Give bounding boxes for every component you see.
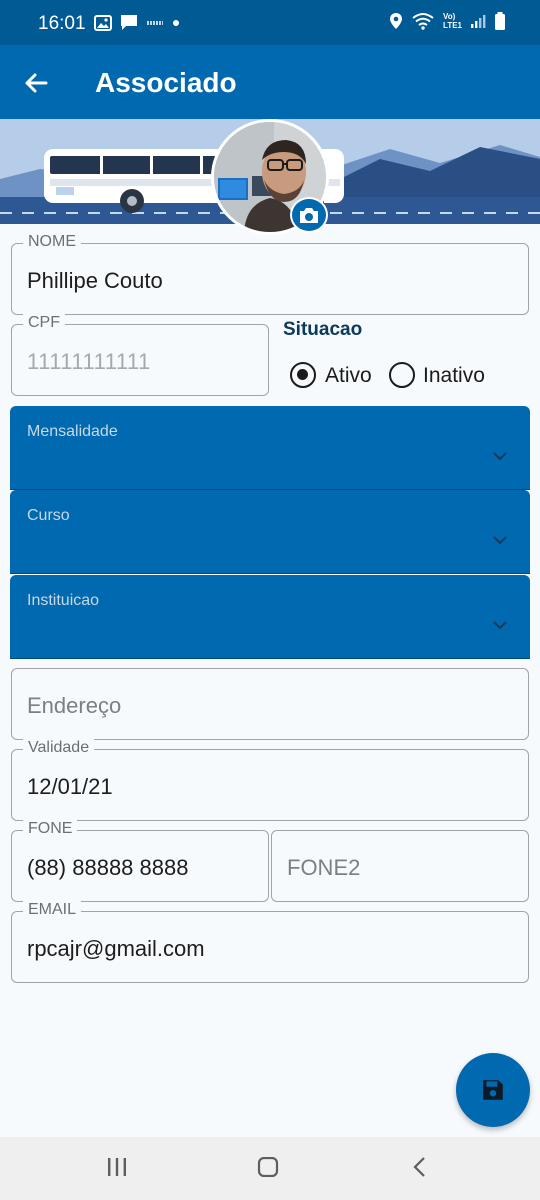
email-label: EMAIL [23, 901, 82, 919]
radio-ativo-label[interactable]: Ativo [325, 364, 372, 388]
camera-icon [300, 207, 318, 223]
situacao-title: Situacao [283, 319, 363, 340]
instituicao-dropdown[interactable]: Instituicao [10, 575, 530, 659]
email-field[interactable]: EMAIL rpcajr@gmail.com [11, 901, 529, 983]
fone2-field[interactable]: FONE2 [271, 830, 529, 902]
recent-apps-icon[interactable] [106, 1157, 128, 1177]
signal-icon [471, 15, 486, 28]
cpf-hint: 11111111111 [27, 349, 151, 374]
status-notification-icons [94, 14, 180, 31]
endereco-field[interactable]: Endereço [11, 668, 529, 740]
message-icon [121, 15, 137, 30]
validade-label: Validade [23, 739, 95, 757]
radio-inativo[interactable] [389, 362, 415, 388]
status-bar: 16:01 Vo) LTE1 [0, 0, 540, 45]
change-photo-button[interactable] [290, 197, 328, 233]
nome-value: Phillipe Couto [27, 268, 163, 293]
cpf-field[interactable]: CPF 11111111111 [11, 314, 269, 396]
dot-icon [173, 19, 179, 26]
app-bar: Associado [0, 45, 540, 119]
instituicao-label: Instituicao [27, 592, 100, 609]
status-system-icons: Vo) LTE1 [389, 12, 506, 30]
nome-field[interactable]: NOME Phillipe Couto [11, 233, 529, 315]
chevron-down-icon [493, 621, 507, 630]
nome-label: NOME [23, 233, 81, 251]
status-time: 16:01 [38, 13, 86, 34]
radio-ativo-dot [297, 369, 308, 380]
radio-inativo-label[interactable]: Inativo [423, 364, 485, 388]
fone2-placeholder: FONE2 [287, 855, 361, 880]
arrow-back-icon[interactable] [20, 67, 52, 99]
curso-label: Curso [27, 507, 70, 524]
fone-value: (88) 88888 8888 [27, 855, 189, 880]
validade-value: 12/01/21 [27, 774, 113, 799]
save-button[interactable] [456, 1053, 530, 1127]
system-nav-bar [0, 1137, 540, 1200]
battery-icon [495, 12, 505, 30]
gallery-icon [94, 14, 112, 31]
location-icon [390, 13, 403, 29]
validade-field[interactable]: Validade 12/01/21 [11, 739, 529, 821]
mensalidade-label: Mensalidade [27, 423, 118, 440]
chevron-down-icon [493, 536, 507, 545]
voicemail-icon [147, 20, 163, 25]
fone-label: FONE [23, 820, 78, 838]
network-label-bottom: LTE1 [443, 21, 462, 30]
page-title: Associado [95, 67, 237, 98]
nav-back-icon[interactable] [410, 1157, 430, 1177]
save-icon [483, 1080, 503, 1100]
home-icon[interactable] [257, 1157, 279, 1177]
fone-field[interactable]: FONE (88) 88888 8888 [11, 820, 269, 902]
curso-dropdown[interactable]: Curso [10, 490, 530, 574]
network-type-label: Vo) LTE1 [443, 12, 462, 30]
mensalidade-dropdown[interactable]: Mensalidade [10, 406, 530, 490]
email-value: rpcajr@gmail.com [27, 936, 205, 961]
wifi-icon [412, 13, 434, 30]
network-label-top: Vo) [443, 12, 456, 21]
radio-ativo[interactable] [290, 362, 316, 388]
cpf-label: CPF [23, 314, 65, 332]
endereco-placeholder: Endereço [27, 693, 122, 718]
chevron-down-icon [493, 452, 507, 461]
